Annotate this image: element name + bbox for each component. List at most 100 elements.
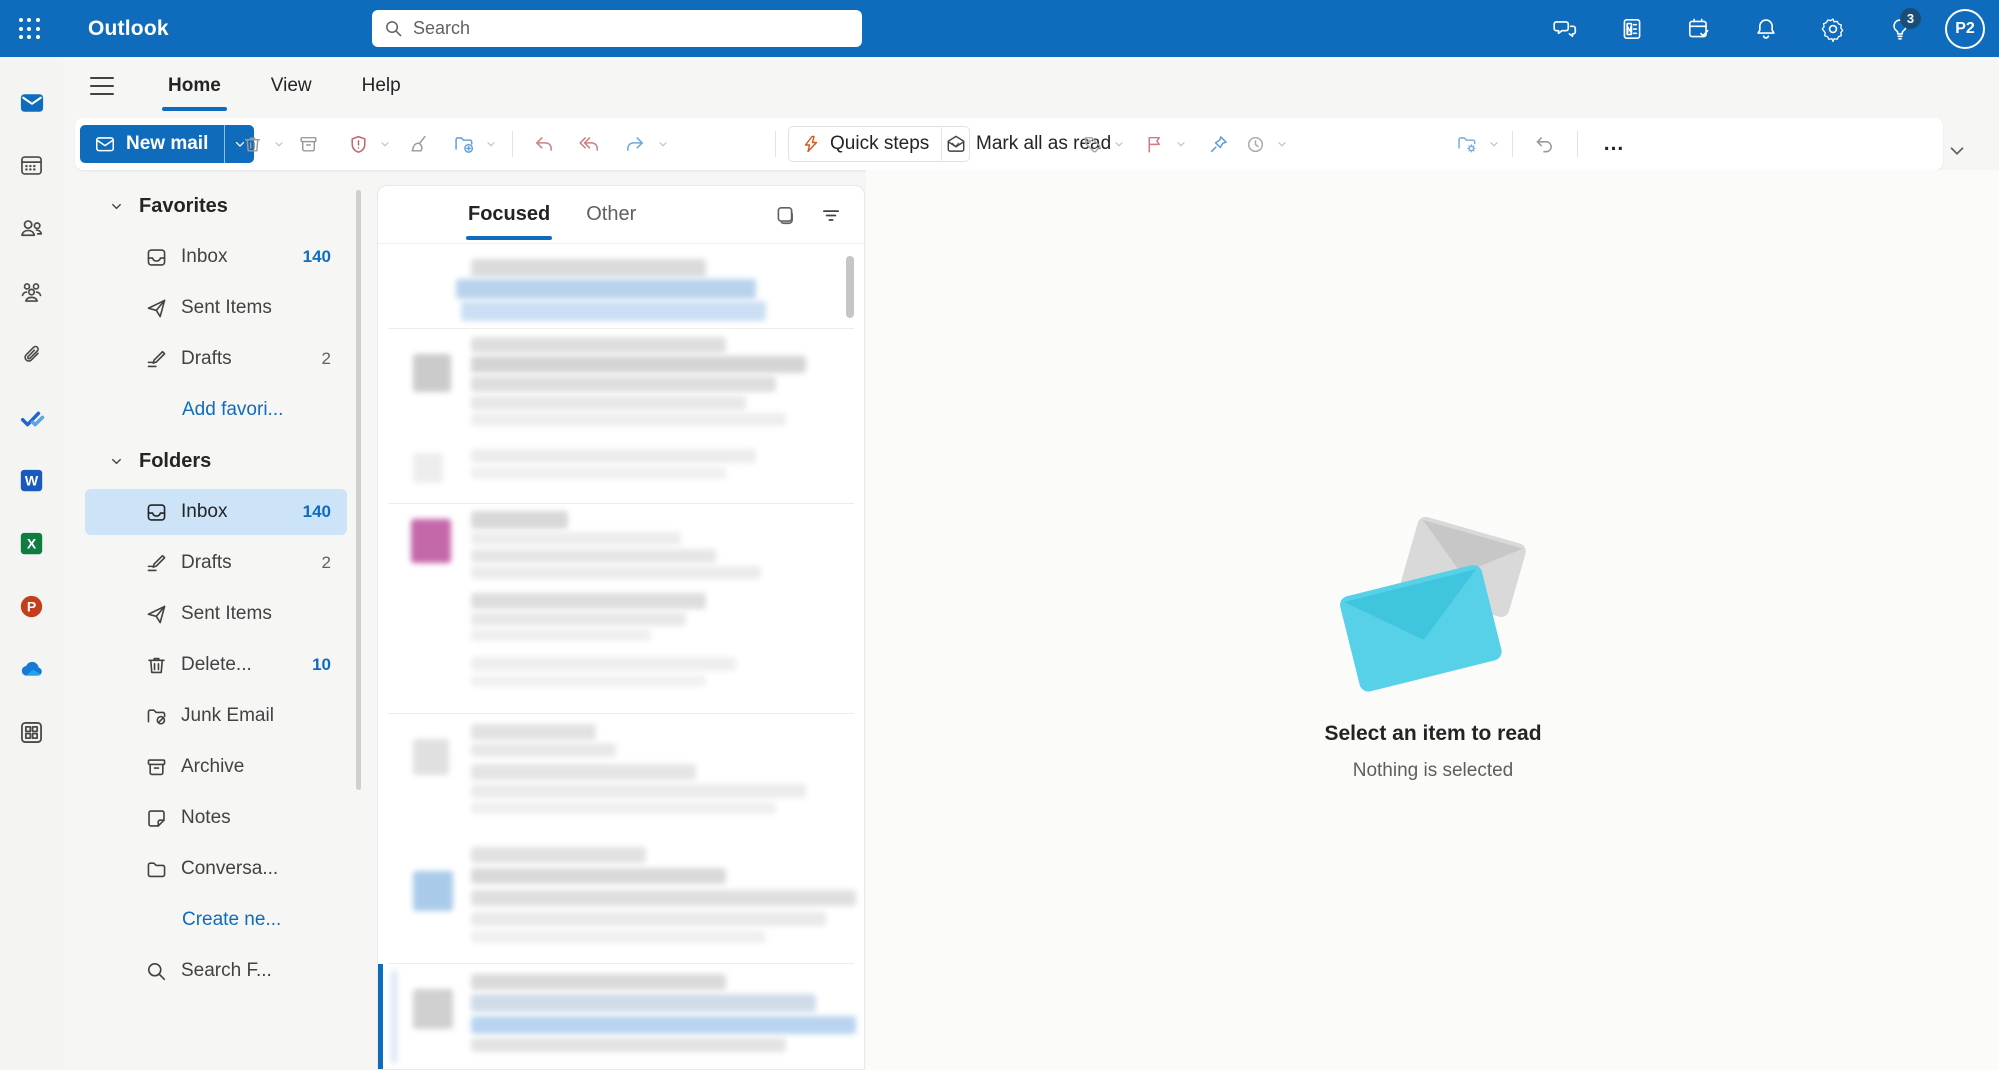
report-dropdown[interactable] — [375, 127, 395, 161]
forward-button[interactable] — [618, 127, 652, 161]
email-item-obscured[interactable] — [378, 251, 864, 328]
more-options-button[interactable]: ... — [1592, 127, 1636, 161]
folder-item-junk-email[interactable]: Junk Email — [85, 693, 347, 739]
paperclip-icon — [19, 342, 45, 368]
email-item-obscured[interactable] — [378, 647, 864, 713]
undo-button[interactable] — [1527, 127, 1561, 161]
pin-button[interactable] — [1201, 127, 1235, 161]
tab-help[interactable]: Help — [360, 71, 403, 101]
folder-item-drafts[interactable]: Drafts 2 — [85, 540, 347, 586]
rail-people-button[interactable] — [0, 197, 63, 260]
email-item-obscured[interactable] — [378, 439, 864, 503]
rail-excel-button[interactable]: X — [0, 512, 63, 575]
reading-pane: Select an item to read Nothing is select… — [866, 170, 1999, 1070]
chevron-down-icon — [1488, 138, 1500, 150]
bell-icon — [1753, 16, 1779, 42]
flag-dropdown[interactable] — [1171, 127, 1191, 161]
notifications-button[interactable] — [1744, 7, 1788, 51]
create-new-folder-link[interactable]: Create ne... — [85, 897, 347, 943]
top-bar: Outlook 3 P2 — [0, 0, 1999, 57]
rules-dropdown[interactable] — [1484, 127, 1504, 161]
active-tab-underline — [466, 236, 552, 240]
collapse-toolbar-button[interactable] — [1946, 140, 1968, 167]
rail-onedrive-button[interactable] — [0, 638, 63, 701]
tab-home[interactable]: Home — [166, 71, 223, 101]
folder-pane-scrollbar[interactable] — [356, 190, 361, 790]
select-messages-button[interactable] — [770, 200, 800, 230]
notes-icon — [145, 807, 168, 830]
sweep-button[interactable] — [401, 127, 435, 161]
filter-button[interactable] — [816, 200, 846, 230]
chevron-down-icon — [109, 199, 124, 214]
settings-button[interactable] — [1811, 7, 1855, 51]
delete-button[interactable] — [235, 127, 269, 161]
command-toolbar: New mail — [75, 118, 1943, 170]
favorites-section-header[interactable]: Favorites — [85, 183, 373, 229]
search-input[interactable] — [413, 18, 850, 39]
folders-section-header[interactable]: Folders — [85, 438, 373, 484]
rules-button[interactable] — [1450, 127, 1484, 161]
folder-item-search-folders[interactable]: Search F... — [85, 948, 347, 994]
app-launcher-button[interactable] — [0, 0, 58, 57]
email-item-obscured[interactable] — [378, 329, 864, 439]
search-folders-icon — [145, 960, 168, 983]
chevron-down-icon — [657, 138, 669, 150]
rail-word-button[interactable]: W — [0, 449, 63, 512]
folder-item-sent-items[interactable]: Sent Items — [85, 591, 347, 637]
account-avatar[interactable]: P2 — [1945, 9, 1985, 49]
chat-button[interactable] — [1543, 7, 1587, 51]
onenote-feed-button[interactable] — [1610, 7, 1654, 51]
forward-icon — [624, 133, 646, 155]
email-item-obscured[interactable] — [378, 714, 864, 839]
inbox-icon — [145, 501, 168, 524]
sweep-icon — [408, 134, 429, 155]
rail-powerpoint-button[interactable]: P — [0, 575, 63, 638]
folder-item-deleted-items[interactable]: Delete... 10 — [85, 642, 347, 688]
move-to-button[interactable] — [447, 127, 481, 161]
archive-button[interactable] — [291, 127, 325, 161]
snooze-dropdown[interactable] — [1272, 127, 1292, 161]
report-button[interactable] — [341, 127, 375, 161]
folder-item-archive[interactable]: Archive — [85, 744, 347, 790]
folder-item-favorites-inbox[interactable]: Inbox 140 — [85, 234, 347, 280]
rail-files-button[interactable] — [0, 323, 63, 386]
message-list-scrollbar[interactable] — [846, 256, 854, 318]
rail-mail-button[interactable] — [0, 71, 63, 134]
forward-dropdown[interactable] — [653, 127, 673, 161]
empty-state: Select an item to read Nothing is select… — [1223, 517, 1643, 782]
rail-todo-button[interactable] — [0, 386, 63, 449]
rail-calendar-button[interactable] — [0, 134, 63, 197]
categorize-button[interactable] — [1075, 127, 1109, 161]
flag-button[interactable] — [1137, 127, 1171, 161]
add-favorite-link[interactable]: Add favori... — [85, 387, 347, 433]
folder-item-inbox[interactable]: Inbox 140 — [85, 489, 347, 535]
tab-focused[interactable]: Focused — [468, 203, 550, 226]
hamburger-menu-button[interactable] — [90, 71, 120, 101]
chevron-down-icon — [379, 138, 391, 150]
reply-button[interactable] — [527, 127, 561, 161]
snooze-button[interactable] — [1238, 127, 1272, 161]
move-to-dropdown[interactable] — [481, 127, 501, 161]
email-item-obscured[interactable] — [378, 587, 864, 647]
categorize-dropdown[interactable] — [1109, 127, 1129, 161]
chevron-down-icon — [1175, 138, 1187, 150]
drafts-icon — [145, 348, 168, 371]
new-mail-button[interactable]: New mail — [80, 125, 254, 163]
email-item-obscured[interactable] — [378, 504, 864, 587]
email-item-obscured[interactable] — [378, 839, 864, 963]
flag-icon — [1144, 134, 1165, 155]
folder-item-favorites-drafts[interactable]: Drafts 2 — [85, 336, 347, 382]
search-box[interactable] — [372, 10, 862, 47]
tips-button[interactable]: 3 — [1878, 7, 1922, 51]
folder-item-favorites-sent-items[interactable]: Sent Items — [85, 285, 347, 331]
rail-more-apps-button[interactable] — [0, 701, 63, 764]
email-item-selected-obscured[interactable] — [378, 964, 864, 1070]
rail-groups-button[interactable] — [0, 260, 63, 323]
folder-item-notes[interactable]: Notes — [85, 795, 347, 841]
tab-other[interactable]: Other — [586, 203, 636, 226]
folder-item-conversation-history[interactable]: Conversa... — [85, 846, 347, 892]
my-day-button[interactable] — [1677, 7, 1721, 51]
tab-view[interactable]: View — [269, 71, 314, 101]
reply-all-button[interactable] — [572, 127, 606, 161]
delete-dropdown[interactable] — [269, 127, 289, 161]
